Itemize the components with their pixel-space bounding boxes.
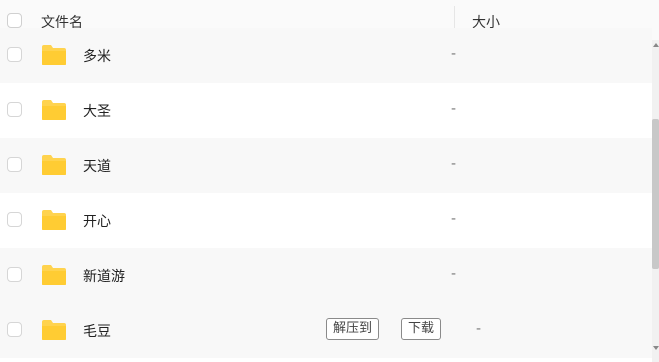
row-checkbox[interactable] <box>7 267 22 282</box>
scrollbar-thumb[interactable] <box>652 119 659 269</box>
vertical-scrollbar[interactable] <box>652 40 659 362</box>
row-checkbox[interactable] <box>7 47 22 62</box>
row-checkbox[interactable] <box>7 157 22 172</box>
file-name[interactable]: 多米 <box>83 46 111 66</box>
file-size: - <box>476 321 482 337</box>
file-row[interactable]: 开心 - <box>0 193 652 248</box>
file-row[interactable]: 多米 - <box>0 28 652 83</box>
file-row[interactable]: 新道游 - <box>0 248 652 303</box>
download-button[interactable]: 下载 <box>401 318 442 340</box>
folder-icon <box>42 45 66 65</box>
file-size: - <box>451 46 457 62</box>
file-row[interactable]: 天道 - <box>0 138 652 193</box>
folder-icon <box>42 320 66 340</box>
row-checkbox[interactable] <box>7 102 22 117</box>
file-row-hovered[interactable]: 毛豆 解压到 下载 - <box>0 303 652 358</box>
file-size: - <box>451 211 457 227</box>
extract-to-button[interactable]: 解压到 <box>326 318 380 340</box>
file-list: 多米 - 大圣 - 天道 - 开心 - 新道游 - 毛豆 解压到 下载 - <box>0 28 652 362</box>
file-size: - <box>451 156 457 172</box>
scroll-down-icon[interactable] <box>653 346 659 350</box>
file-name[interactable]: 大圣 <box>83 101 111 121</box>
select-all-checkbox[interactable] <box>7 13 22 28</box>
file-name[interactable]: 开心 <box>83 211 111 231</box>
folder-icon <box>42 210 66 230</box>
file-name[interactable]: 天道 <box>83 156 111 176</box>
folder-icon <box>42 155 66 175</box>
scroll-up-icon[interactable] <box>653 43 659 47</box>
folder-icon <box>42 265 66 285</box>
file-name[interactable]: 毛豆 <box>83 321 111 341</box>
file-name[interactable]: 新道游 <box>83 266 125 286</box>
folder-icon <box>42 100 66 120</box>
row-checkbox[interactable] <box>7 322 22 337</box>
row-checkbox[interactable] <box>7 212 22 227</box>
file-size: - <box>451 101 457 117</box>
file-size: - <box>451 266 457 282</box>
file-row[interactable]: 大圣 - <box>0 83 652 138</box>
